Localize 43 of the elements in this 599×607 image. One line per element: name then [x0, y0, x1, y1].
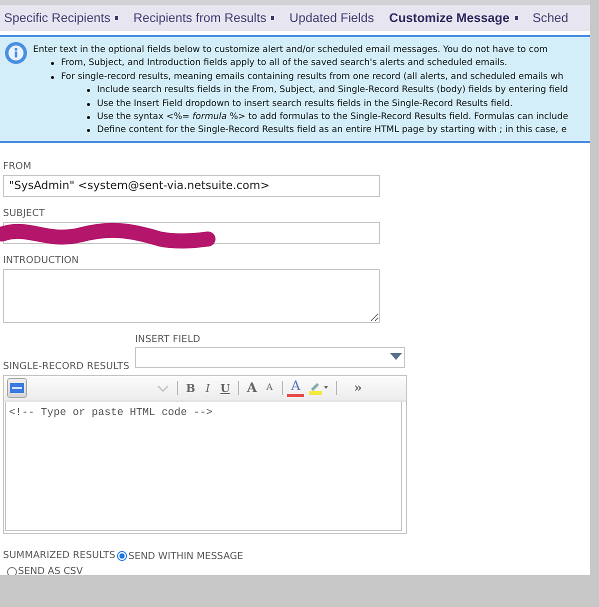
- html-code-area[interactable]: <!-- Type or paste HTML code -->: [5, 402, 402, 532]
- more-button[interactable]: »: [349, 378, 366, 398]
- highlighter-icon: [308, 381, 328, 396]
- bullet-icon: [51, 76, 54, 79]
- insert-field-dropdown[interactable]: [135, 347, 405, 368]
- field-label: FROM: [3, 161, 32, 174]
- introduction-field[interactable]: [3, 269, 380, 324]
- tab[interactable]: Updated Fields: [285, 5, 386, 31]
- bold-button[interactable]: B: [182, 378, 200, 398]
- bullet-icon: [51, 62, 54, 66]
- field-label: SINGLE-RECORD RESULTS: [3, 361, 130, 374]
- increase-font-button[interactable]: A: [242, 378, 261, 398]
- field-label: SUMMARIZED RESULTS: [3, 550, 116, 562]
- bullet-icon: [87, 102, 90, 106]
- tab[interactable]: Customize Message: [385, 5, 528, 31]
- info-bullet-text: Include search results fields in the From, Subject, and Single-Record Results (body) fields by entering field: [97, 85, 568, 96]
- radio-option[interactable]: SEND AS CSV: [7, 566, 83, 575]
- chevron-icon: [157, 384, 169, 392]
- bullet-icon: [87, 89, 90, 92]
- info-bullet-text: Define content for the Single-Record Results field as an entire HTML page by starting with ; in this case, e: [97, 125, 567, 136]
- tab[interactable]: Specific Recipients: [0, 5, 130, 31]
- radio-option[interactable]: SEND WITHIN MESSAGE: [117, 550, 244, 562]
- tab[interactable]: Sched: [528, 5, 580, 31]
- field-label: INTRODUCTION: [3, 255, 80, 268]
- info-bullet-text: From, Subject, and Introduction fields apply to all of the saved search's alerts and scheduled emails.: [61, 58, 508, 68]
- field-label: SUBJECT: [3, 208, 46, 220]
- info-icon: [4, 41, 28, 65]
- info-bullet-text: Use the Insert Field dropdown to insert search results fields in the Single-Record Results field.: [97, 98, 513, 109]
- bullet-icon: [87, 116, 90, 119]
- field-label: INSERT FIELD: [135, 334, 202, 346]
- decrease-font-button[interactable]: A: [261, 378, 278, 398]
- info-bullet-text: For single-record results, meaning emails containing results from one record (all alerts, and scheduled emails wh: [61, 72, 564, 82]
- info-text: Enter text in the optional fields below to customize alert and/or scheduled email messages. You do not have to com: [33, 45, 549, 55]
- bullet-icon: [87, 129, 90, 132]
- tab[interactable]: Recipients from Results: [129, 5, 286, 31]
- underline-button[interactable]: U: [216, 378, 234, 398]
- from-field[interactable]: "SysAdmin" <system@sent-via.netsuite.com>: [3, 175, 380, 198]
- font-color-button[interactable]: A: [287, 380, 304, 397]
- dropdown-arrow-icon: [390, 353, 402, 362]
- info-bullet-text: Use the syntax <%= formula %> to add formulas to the Single-Record Results field. Formulas can include: [97, 112, 568, 122]
- html-icon: [10, 383, 24, 394]
- italic-button[interactable]: I: [199, 378, 216, 398]
- html-source-button[interactable]: [7, 378, 27, 398]
